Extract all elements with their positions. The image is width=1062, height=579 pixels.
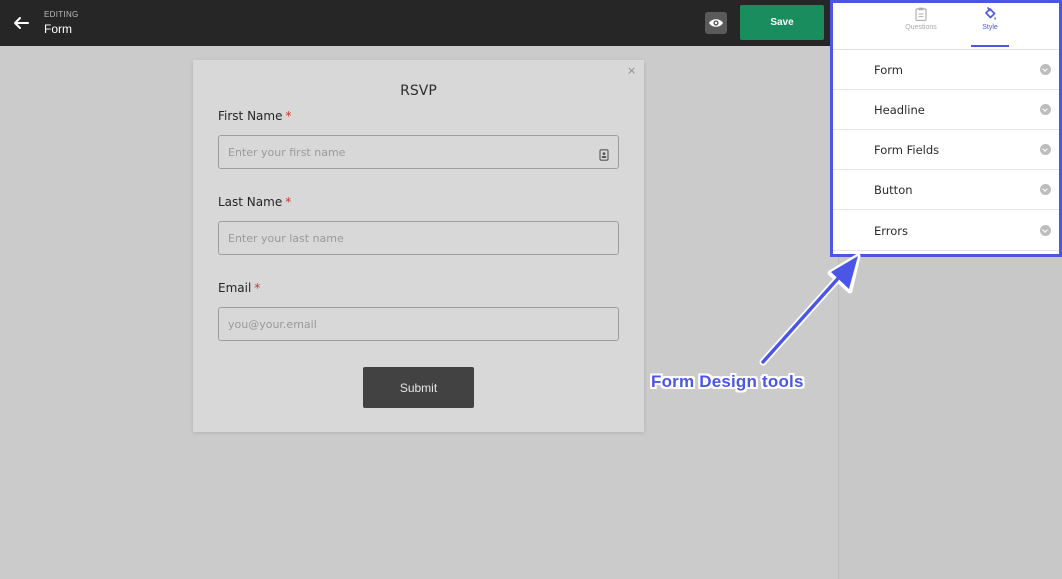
preview-eye-button[interactable] [705, 12, 727, 34]
style-panel: Questions Style Form Headline Form Field… [830, 0, 1062, 257]
chevron-down-icon [1040, 104, 1051, 115]
close-form-icon[interactable]: × [627, 64, 636, 77]
style-item-form[interactable]: Form [833, 50, 1059, 90]
form-heading: RSVP [400, 83, 437, 99]
save-button[interactable]: Save [740, 5, 824, 40]
email-input[interactable] [218, 307, 619, 341]
chevron-down-icon [1040, 144, 1051, 155]
editing-label: EDITING [44, 10, 79, 19]
back-arrow-icon[interactable] [10, 13, 32, 33]
submit-button[interactable]: Submit [363, 367, 474, 408]
style-item-errors[interactable]: Errors [833, 211, 1059, 251]
first-name-label: First Name * [218, 109, 292, 123]
required-marker: * [285, 109, 292, 123]
clipboard-icon [915, 7, 927, 21]
tab-style[interactable]: Style [960, 7, 1020, 31]
active-tab-indicator [971, 45, 1009, 47]
contact-card-icon [598, 146, 610, 161]
last-name-label: Last Name * [218, 195, 292, 209]
required-marker: * [285, 195, 292, 209]
email-label: Email * [218, 281, 261, 295]
paint-bucket-icon [985, 7, 996, 20]
tab-questions[interactable]: Questions [891, 7, 951, 31]
style-item-headline[interactable]: Headline [833, 90, 1059, 130]
required-marker: * [254, 281, 261, 295]
tab-questions-label: Questions [905, 24, 937, 31]
top-bar: EDITING Form Save [0, 0, 838, 46]
annotation-label: Form Design tools [651, 372, 804, 391]
panel-tabs: Questions Style [833, 3, 1059, 50]
style-item-form-fields[interactable]: Form Fields [833, 130, 1059, 170]
eye-icon [709, 19, 723, 27]
first-name-input[interactable] [218, 135, 619, 169]
form-title: Form [44, 22, 72, 36]
chevron-down-icon [1040, 64, 1051, 75]
tab-style-label: Style [982, 24, 998, 31]
chevron-down-icon [1040, 184, 1051, 195]
style-item-button[interactable]: Button [833, 170, 1059, 210]
last-name-input[interactable] [218, 221, 619, 255]
chevron-down-icon [1040, 225, 1051, 236]
